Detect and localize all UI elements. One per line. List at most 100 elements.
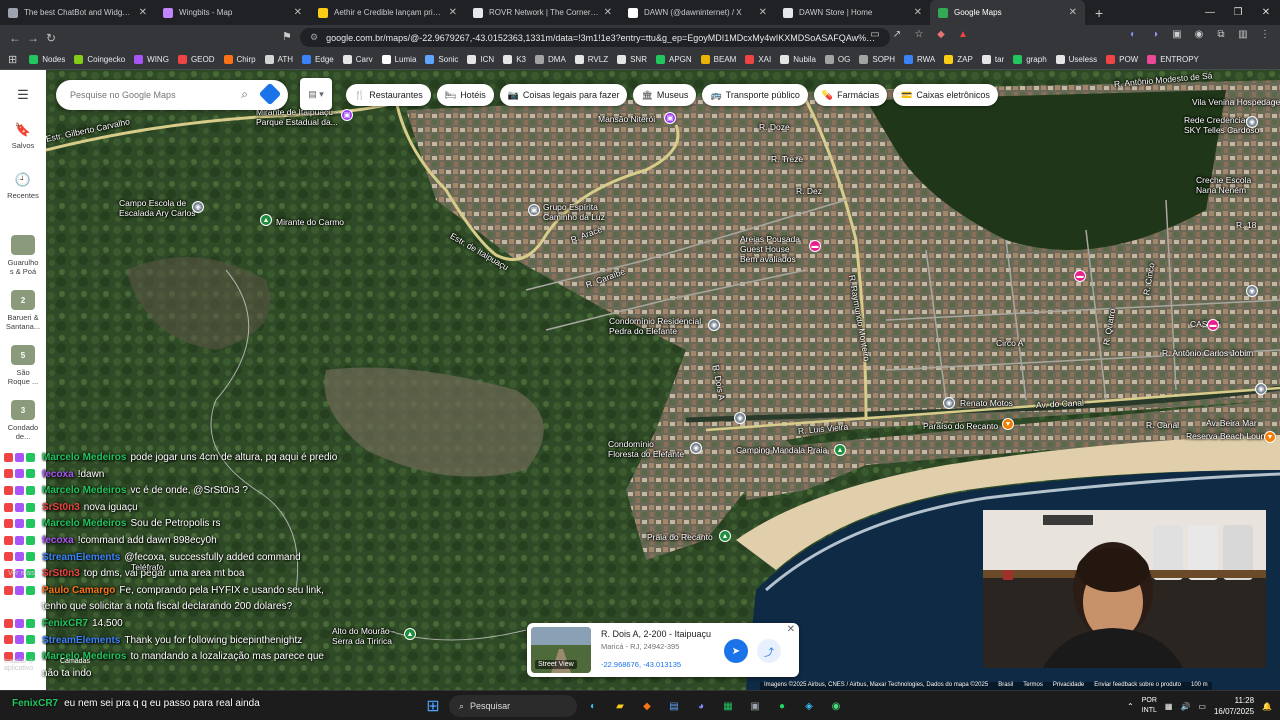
map-place-label[interactable]: Areias Pousada Guest House Bem avaliados [740,234,800,264]
bookmark-item[interactable]: RWA [904,55,935,64]
attribution-item[interactable]: Brasil [998,682,1013,690]
menu-hamburger-icon[interactable]: ☰ [0,87,46,106]
bookmark-item[interactable]: BEAM [700,55,736,64]
chat-username[interactable]: Paulo Camargo [42,585,115,596]
chat-username[interactable]: FenixCR7 [42,618,88,629]
directions-icon[interactable] [258,82,282,106]
bookmark-item[interactable]: RVLZ [574,55,608,64]
notepad-icon[interactable]: ▤ [663,695,685,717]
location-card[interactable]: Street View R. Dois A, 2-200 - Itaipuaçu… [527,623,799,677]
share-button[interactable]: ⤴ [757,639,781,663]
brave-icon[interactable]: ◆ [636,695,658,717]
map-place-label[interactable]: R. Doze [759,122,790,132]
share-icon[interactable]: ↗ [890,29,904,40]
close-tab-icon[interactable]: ✕ [139,7,147,18]
cast-icon[interactable]: ▭ [868,29,882,40]
bookmark-item[interactable]: Useless [1055,55,1097,64]
place-pin-icon[interactable]: ▲ [719,530,731,542]
layers-label[interactable]: Camadas [60,658,90,665]
chat-username[interactable]: fecoxa [42,469,74,480]
bookmark-item[interactable]: Nubila [780,55,816,64]
category-chip[interactable]: 🛏 Hotéis [436,84,494,106]
side-panel-icon[interactable]: ▥ [1236,29,1250,40]
new-tab-icon[interactable]: + [1085,5,1113,21]
install-app-label[interactable]: Instalar o aplicativo [4,658,33,672]
clock[interactable]: 11:28 16/07/2025 [1214,695,1254,717]
place-pin-icon[interactable]: ◉ [708,319,720,331]
map-place-label[interactable]: R. Treze [771,154,803,164]
discord-icon[interactable]: ◕ [690,695,712,717]
chat-username[interactable]: StreamElements [42,635,120,646]
extension-icon[interactable]: ▲ [956,29,970,40]
chat-username[interactable]: fecoxa [42,535,74,546]
category-chip[interactable]: 📷 Coisas legais para fazer [499,84,628,106]
bookmark-item[interactable]: SNR [617,55,647,64]
bookmark-item[interactable]: Nodes [29,55,65,64]
bookmark-item[interactable]: Sonic [425,55,458,64]
map-place-label[interactable]: Praia do Recanto [647,532,713,542]
category-chip[interactable]: 🍴 Restaurantes [346,84,431,106]
map-place-label[interactable]: Av. Beira Mar [1206,418,1257,428]
back-icon[interactable]: ← [6,31,24,45]
close-tab-icon[interactable]: ✕ [759,7,767,18]
bookmark-item[interactable]: OG [824,55,850,64]
battery-icon[interactable]: ▭ [1198,702,1206,711]
street-view-thumbnail[interactable]: Street View [531,627,591,673]
attribution-item[interactable]: Privacidade [1053,682,1084,690]
recent-button[interactable]: 🕘 Recentes [0,172,46,200]
apps-grid-icon[interactable]: ⊞ [8,53,17,66]
place-pin-icon[interactable]: ◉ [1246,116,1258,128]
place-pin-icon[interactable]: ▲ [404,628,416,640]
map-place-label[interactable]: Creche Escola Nana Neném [1196,175,1251,195]
bookmark-item[interactable]: ZAP [944,55,973,64]
chrome-icon[interactable]: ◉ [825,695,847,717]
bookmark-item[interactable]: XAI [745,55,771,64]
bookmark-item[interactable]: Chirp [223,55,256,64]
extension-icon[interactable]: ◑ [1148,29,1162,40]
map-place-label[interactable]: R. 18 [1236,220,1256,230]
calculator-icon[interactable]: ▣ [744,695,766,717]
extensions-puzzle-icon[interactable]: ⧉ [1214,29,1228,40]
chat-username[interactable]: Marcelo Medeiros [42,485,126,496]
bookmark-item[interactable]: Coingecko [74,55,125,64]
place-pin-icon[interactable]: ▼ [1264,431,1276,443]
close-tab-icon[interactable]: ✕ [1069,7,1077,18]
place-pin-icon[interactable]: ▣ [341,109,353,121]
browser-tab[interactable]: Wingbits - Map ✕ [155,0,310,25]
rail-more-label[interactable]: Ver mais [8,570,35,577]
forward-icon[interactable]: → [24,31,42,45]
browser-tab[interactable]: DAWN (@dawninternet) / X ✕ [620,0,775,25]
menu-kebab-icon[interactable]: ⋮ [1258,29,1272,40]
place-pin-icon[interactable]: ◉ [1246,285,1258,297]
extension-icon[interactable]: ▣ [1170,29,1184,40]
category-chip[interactable]: 🏛 Museus [633,84,697,106]
map-place-label[interactable]: Grupo Espírita Caminho da Luz [543,202,605,222]
place-pin-icon[interactable]: ▬ [809,240,821,252]
star-icon[interactable]: ☆ [912,29,926,40]
place-pin-icon[interactable]: ◉ [1255,383,1267,395]
attribution-item[interactable]: Enviar feedback sobre o produto [1094,682,1181,690]
bookmark-item[interactable]: ENTROPY [1147,55,1199,64]
bookmark-item[interactable]: tar [981,55,1004,64]
extension-icon[interactable]: ◆ [934,29,948,40]
close-window-icon[interactable]: ✕ [1252,0,1280,25]
browser-tab[interactable]: Aethir e Credible lançam primeiro co ✕ [310,0,465,25]
place-pin-icon[interactable]: ▼ [1002,418,1014,430]
bookmark-item[interactable]: Lumia [381,55,416,64]
bookmark-item[interactable]: Edge [302,55,334,64]
place-pin-icon[interactable]: ▣ [664,112,676,124]
map-place-label[interactable]: Mirante do Carmo [276,217,344,227]
map-place-label[interactable]: Condomínio Floresta do Elefante [608,439,684,459]
bookmark-item[interactable]: Carv [342,55,373,64]
reload-icon[interactable]: ↻ [42,31,60,45]
close-tab-icon[interactable]: ✕ [604,7,612,18]
bookmark-item[interactable]: ICN [467,55,494,64]
taskbar-search[interactable]: ⌕ Pesquisar [449,695,577,717]
map-place-label[interactable]: Mirante de Itaipuaçu - Parque Estadual d… [256,107,338,127]
chat-username[interactable]: Marcelo Medeiros [42,452,126,463]
search-icon[interactable]: ⌕ [241,87,248,102]
input-language[interactable]: POR INTL [1142,696,1157,716]
bookmark-item[interactable]: WING [134,55,169,64]
category-chip[interactable]: 💊 Farmácias [813,84,888,106]
volume-icon[interactable]: 🔊 [1180,702,1190,711]
